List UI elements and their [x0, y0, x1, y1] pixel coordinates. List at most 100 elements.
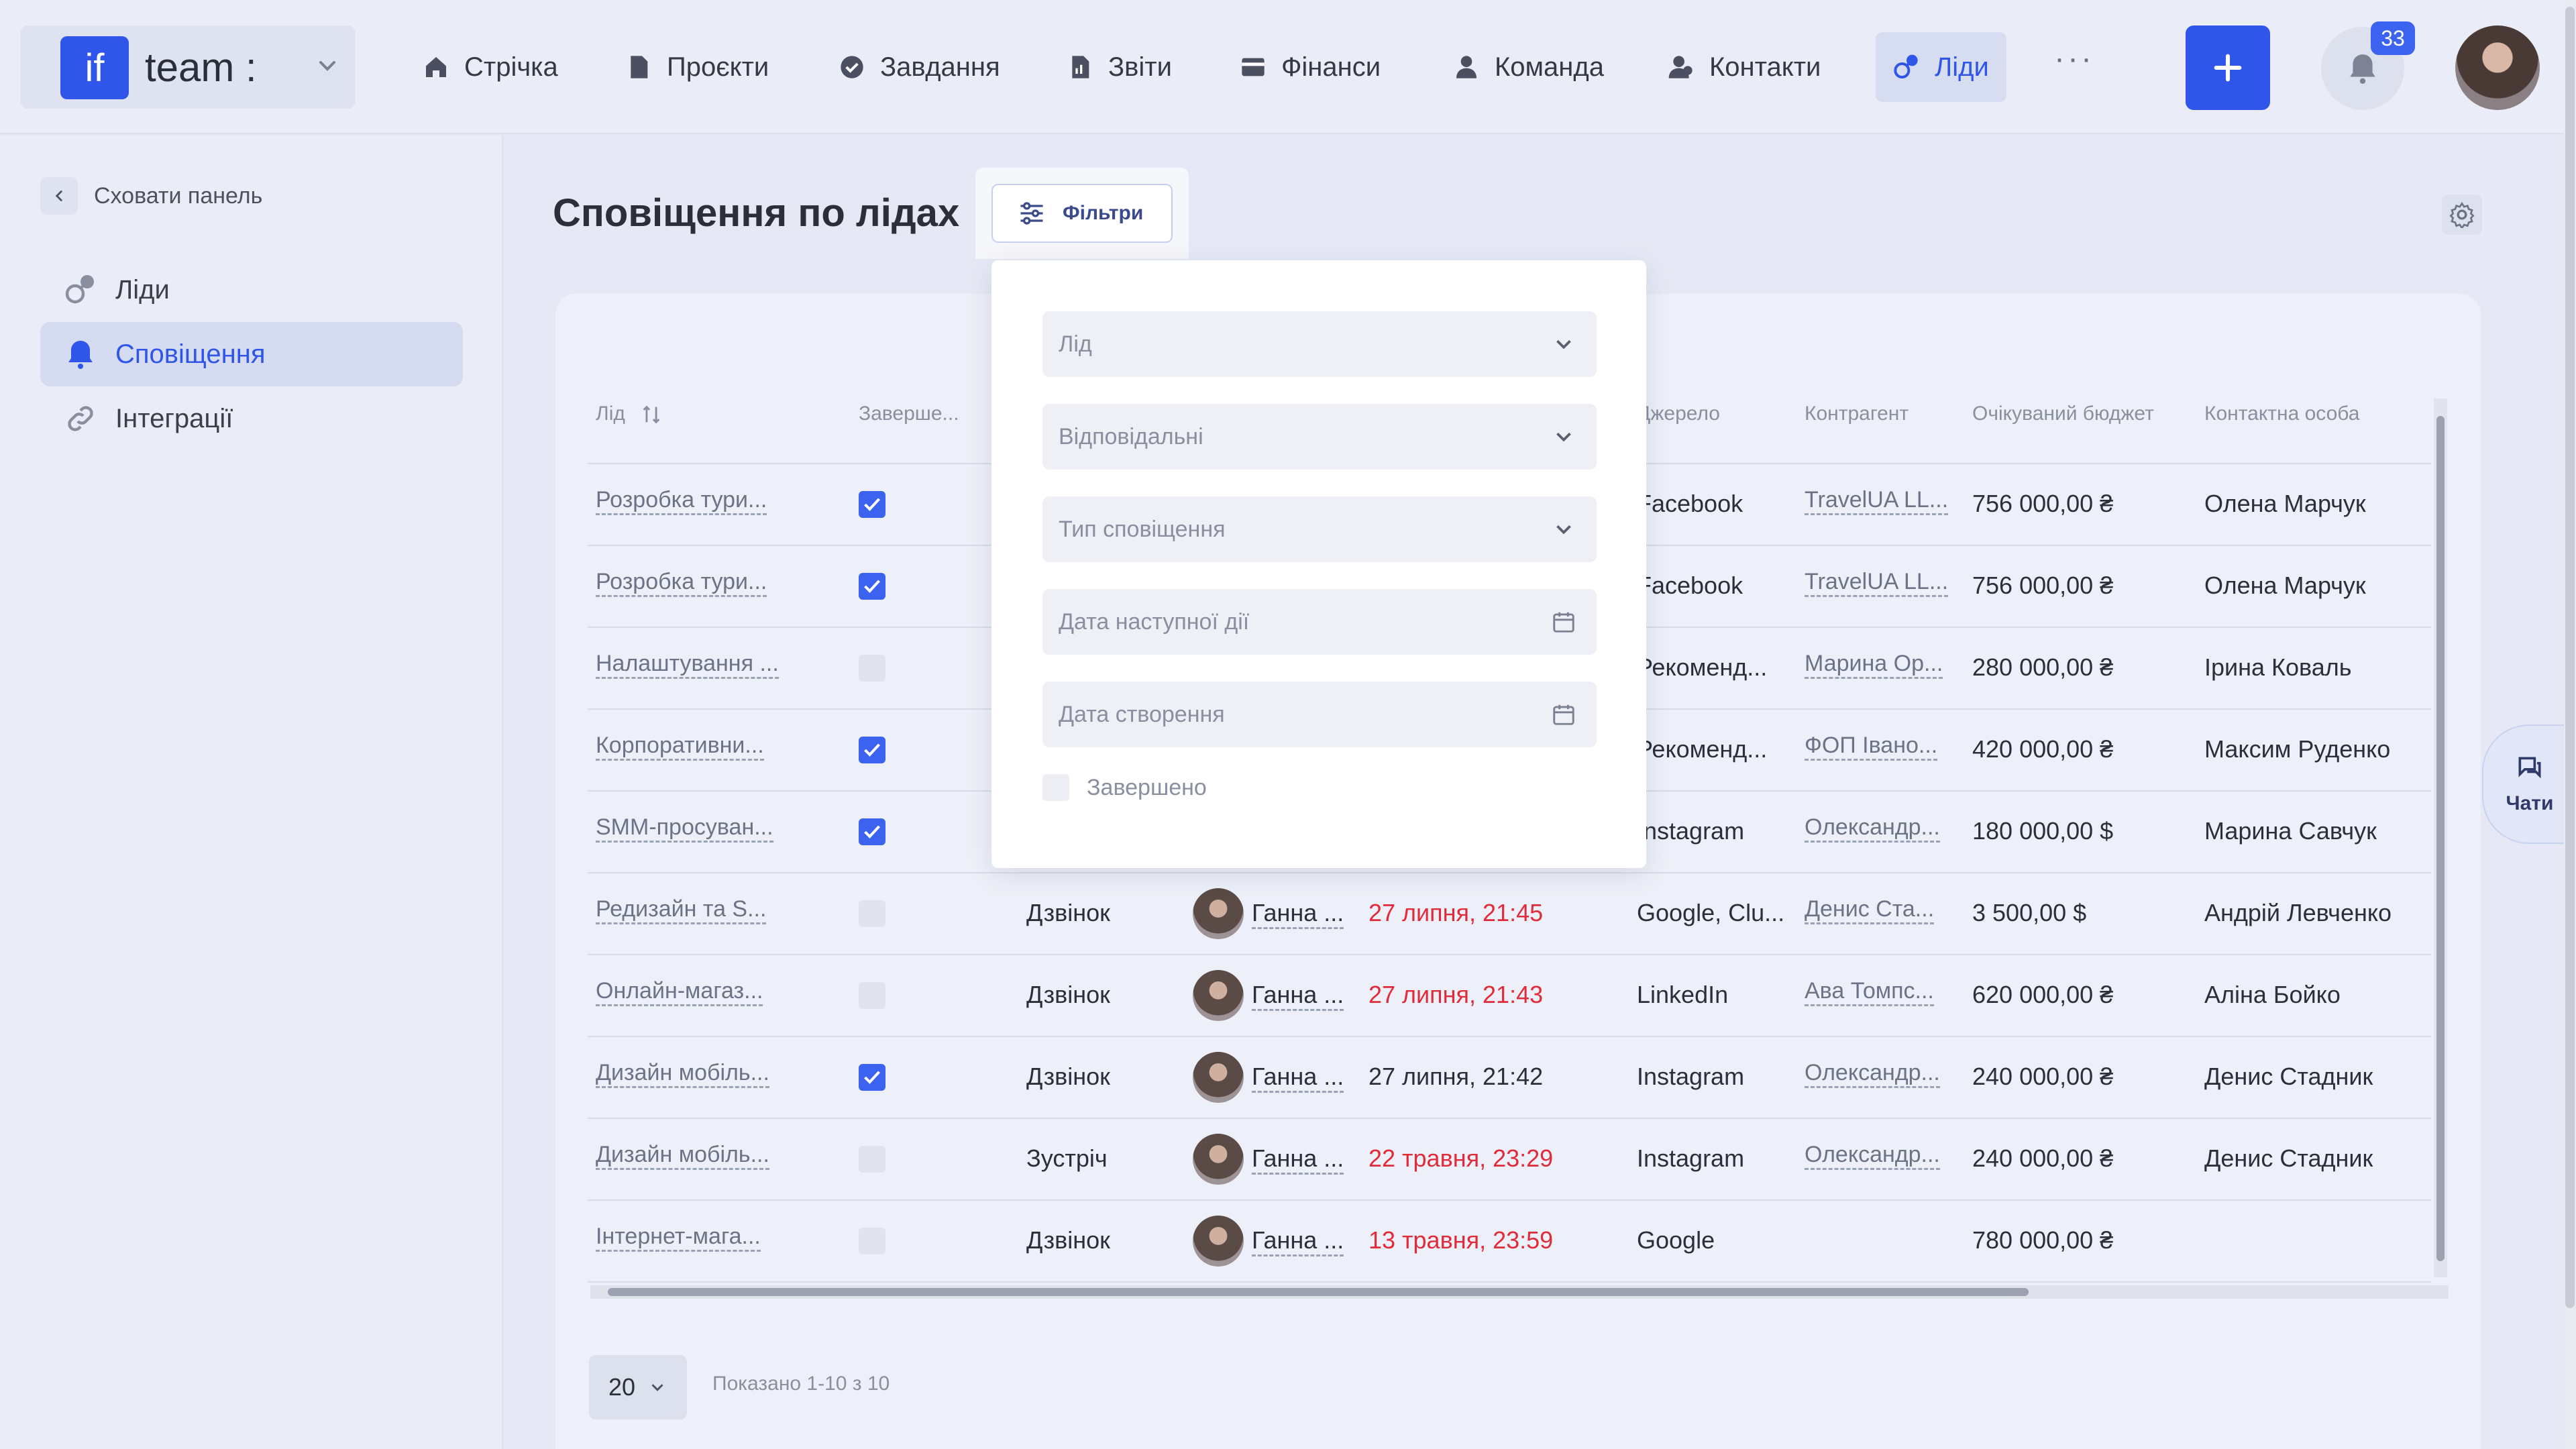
responsible-link[interactable]: Ганна ... — [1252, 899, 1344, 929]
page-scrollbar-thumb[interactable] — [2565, 7, 2575, 1308]
completed-checkbox[interactable] — [859, 900, 885, 927]
counterparty-link[interactable]: TravelUA LL... — [1805, 569, 1949, 597]
contact-person: Ірина Коваль — [2204, 653, 2352, 681]
more-menu-button[interactable]: ··· — [2054, 40, 2094, 77]
filters-popup: Лід Відповідальні Тип сповіщення Дата на… — [991, 260, 1646, 868]
lead-link[interactable]: Корпоративни... — [596, 733, 764, 761]
column-header-contact[interactable]: Контактна особа — [2204, 402, 2360, 425]
next-action-date: 27 липня, 21:42 — [1368, 1063, 1544, 1090]
lead-link[interactable]: Редизайн та S... — [596, 896, 767, 924]
nav-item-reports[interactable]: Звіти — [1067, 32, 1172, 102]
column-header-counterparty[interactable]: Контрагент — [1805, 402, 1909, 425]
hide-panel-label: Сховати панель — [94, 182, 263, 209]
completed-checkbox[interactable] — [859, 1146, 885, 1173]
horizontal-scrollbar-thumb[interactable] — [608, 1288, 2029, 1296]
workspace-switcher[interactable]: if team : — [20, 25, 356, 109]
responsible-filter-placeholder: Відповідальні — [1059, 423, 1203, 449]
completed-checkbox[interactable] — [859, 982, 885, 1009]
vertical-scrollbar-thumb[interactable] — [2436, 416, 2445, 1261]
leads-icon — [65, 275, 94, 304]
lead-filter-placeholder: Лід — [1059, 331, 1092, 357]
nav-item-feed[interactable]: Стрічка — [423, 32, 558, 102]
counterparty-link[interactable]: Марина Ор... — [1805, 651, 1943, 679]
plus-icon — [2214, 54, 2242, 82]
completed-checkbox[interactable] — [859, 573, 885, 600]
contact-person: Марина Савчук — [2204, 817, 2377, 845]
counterparty-link[interactable]: Олександр... — [1805, 814, 1940, 843]
lead-link[interactable]: Розробка тури... — [596, 487, 767, 515]
lead-link[interactable]: Онлайн-магаз... — [596, 978, 763, 1006]
lead-link[interactable]: Інтернет-мага... — [596, 1224, 761, 1252]
nav-item-contacts[interactable]: Контакти — [1668, 32, 1821, 102]
responsible-link[interactable]: Ганна ... — [1252, 1144, 1344, 1175]
responsible-filter-select[interactable]: Відповідальні — [1042, 404, 1597, 470]
next-action-date-placeholder: Дата наступної дії — [1059, 608, 1250, 635]
row-divider — [588, 954, 2431, 955]
responsible-link[interactable]: Ганна ... — [1252, 981, 1344, 1011]
nav-item-finance[interactable]: Фінанси — [1240, 32, 1381, 102]
lead-link[interactable]: Налаштування ... — [596, 651, 779, 679]
completed-filter-checkbox[interactable]: Завершено — [1042, 774, 1207, 801]
contact-person: Максим Руденко — [2204, 735, 2391, 763]
lead-link[interactable]: Розробка тури... — [596, 569, 767, 597]
lead-link[interactable]: SMM-просуван... — [596, 814, 773, 843]
checkbox-box — [1042, 774, 1069, 801]
nav-item-label: Завдання — [880, 52, 1000, 82]
sidebar-item-integrations[interactable]: Інтеграції — [40, 386, 463, 451]
counterparty-link[interactable]: Олександр... — [1805, 1142, 1940, 1170]
lead-source: Instagram — [1637, 817, 1745, 845]
column-header-label: Лід — [596, 402, 625, 425]
add-button[interactable] — [2186, 25, 2270, 110]
lead-link[interactable]: Дизайн мобіль... — [596, 1142, 769, 1170]
next-action-date: 27 липня, 21:43 — [1368, 981, 1544, 1008]
counterparty-link[interactable]: Ава Томпс... — [1805, 978, 1934, 1006]
sidebar-item-notifications[interactable]: Сповіщення — [40, 322, 463, 386]
lead-source: Рекоменд... — [1637, 735, 1768, 763]
chat-icon — [2518, 757, 2541, 779]
contact-person: Олена Марчук — [2204, 490, 2366, 517]
chevron-down-icon — [1556, 339, 1571, 350]
counterparty-link[interactable]: TravelUA LL... — [1805, 487, 1949, 515]
completed-checkbox[interactable] — [859, 655, 885, 682]
nav-item-tasks[interactable]: Завдання — [839, 32, 1000, 102]
lead-filter-select[interactable]: Лід — [1042, 311, 1597, 377]
counterparty-link[interactable]: Олександр... — [1805, 1060, 1940, 1088]
link-icon — [68, 406, 93, 431]
responsible-link[interactable]: Ганна ... — [1252, 1226, 1344, 1256]
created-date-input[interactable]: Дата створення — [1042, 682, 1597, 747]
completed-checkbox[interactable] — [859, 737, 885, 763]
completed-checkbox[interactable] — [859, 818, 885, 845]
column-header-budget[interactable]: Очікуваний бюджет — [1972, 402, 2154, 425]
column-header-lead[interactable]: Лід — [596, 402, 663, 426]
next-action-date: 27 липня, 21:45 — [1368, 899, 1544, 926]
responsible-link[interactable]: Ганна ... — [1252, 1063, 1344, 1093]
sidebar-item-leads[interactable]: Ліди — [40, 258, 463, 322]
nav-item-leads[interactable]: Ліди — [1876, 32, 2006, 102]
counterparty-link[interactable]: ФОП Івано... — [1805, 733, 1938, 761]
lead-link[interactable]: Дизайн мобіль... — [596, 1060, 769, 1088]
hide-panel-button[interactable]: Сховати панель — [40, 177, 262, 215]
nav-item-team[interactable]: Команда — [1453, 32, 1604, 102]
user-avatar[interactable] — [2455, 25, 2540, 110]
next-action-date-input[interactable]: Дата наступної дії — [1042, 589, 1597, 655]
page-title: Сповіщення по лідах — [553, 191, 960, 235]
per-page-select[interactable]: 20 — [589, 1355, 687, 1419]
chats-label: Чати — [2506, 792, 2554, 814]
contact-person: Денис Стадник — [2204, 1063, 2373, 1090]
completed-filter-label: Завершено — [1087, 774, 1207, 800]
contact-person: Аліна Бойко — [2204, 981, 2341, 1008]
completed-checkbox[interactable] — [859, 491, 885, 518]
filters-button[interactable]: Фільтри — [991, 184, 1173, 243]
table-settings-button[interactable] — [2442, 195, 2482, 235]
gear-icon — [2449, 201, 2475, 228]
column-header-completed[interactable]: Заверше... — [859, 402, 959, 425]
notification-type: Дзвінок — [1026, 1226, 1110, 1254]
completed-checkbox[interactable] — [859, 1228, 885, 1254]
nav-item-projects[interactable]: Проєкти — [625, 32, 769, 102]
column-header-source[interactable]: Джерело — [1637, 402, 1720, 425]
notification-type-filter-select[interactable]: Тип сповіщення — [1042, 496, 1597, 562]
counterparty-link[interactable]: Денис Ста... — [1805, 896, 1935, 924]
responsible-avatar — [1193, 1134, 1244, 1185]
chats-button[interactable]: Чати — [2482, 724, 2576, 844]
completed-checkbox[interactable] — [859, 1064, 885, 1091]
